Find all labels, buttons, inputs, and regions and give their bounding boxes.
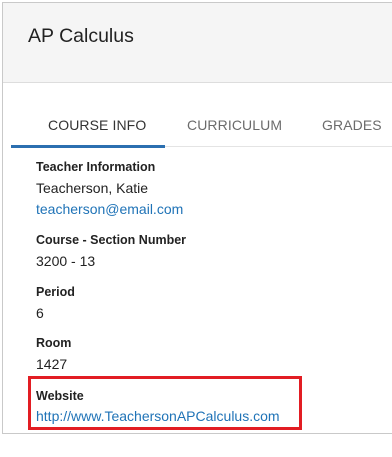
tab-label: CURRICULUM [187,117,283,133]
teacher-email-link[interactable]: teacherson@email.com [36,201,183,217]
tab-label: GRADES [322,117,382,133]
teacher-info-label: Teacher Information [36,160,156,174]
tab-course-info[interactable]: COURSE INFO [48,117,146,133]
tab-label: COURSE INFO [48,117,147,133]
active-tab-indicator [11,145,165,148]
period-value: 6 [36,305,44,321]
teacher-name: Teacherson, Katie [36,180,149,196]
period-label: Period [36,285,75,299]
website-highlight-box [28,376,302,430]
page-title: AP Calculus [28,25,134,47]
section-number-label: Course - Section Number [36,233,187,247]
room-label: Room [36,336,72,350]
tab-grades[interactable]: GRADES [322,117,382,133]
section-number-value: 3200 - 13 [36,253,96,269]
tab-curriculum[interactable]: CURRICULUM [187,117,282,133]
tab-bar: COURSE INFO CURRICULUM GRADES [11,83,392,148]
card-header: AP Calculus [3,3,392,83]
room-value: 1427 [36,356,68,372]
